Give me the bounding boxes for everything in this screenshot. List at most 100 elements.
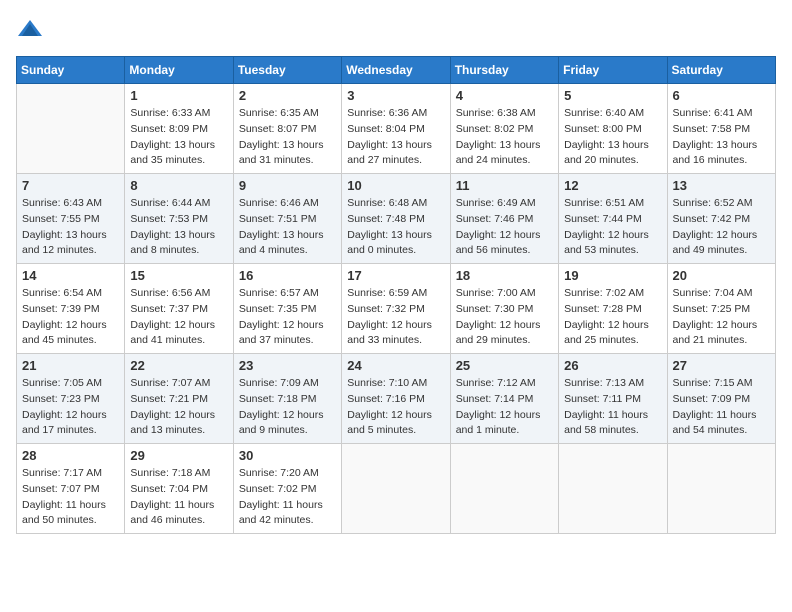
day-info: Sunrise: 6:51 AMSunset: 7:44 PMDaylight:… — [564, 196, 661, 259]
day-number: 17 — [347, 268, 444, 283]
day-number: 25 — [456, 358, 553, 373]
calendar-table: SundayMondayTuesdayWednesdayThursdayFrid… — [16, 56, 776, 534]
day-number: 22 — [130, 358, 227, 373]
day-number: 4 — [456, 88, 553, 103]
day-number: 8 — [130, 178, 227, 193]
day-info: Sunrise: 6:46 AMSunset: 7:51 PMDaylight:… — [239, 196, 336, 259]
calendar-cell: 15Sunrise: 6:56 AMSunset: 7:37 PMDayligh… — [125, 264, 233, 354]
day-number: 2 — [239, 88, 336, 103]
day-number: 13 — [673, 178, 770, 193]
day-info: Sunrise: 7:02 AMSunset: 7:28 PMDaylight:… — [564, 286, 661, 349]
calendar-cell: 21 Sunrise: 7:05 AMSunset: 7:23 PMDayligh… — [17, 354, 125, 444]
calendar-cell — [667, 444, 775, 534]
calendar-week-row: 1 Sunrise: 6:33 AMSunset: 8:09 PMDaylight… — [17, 84, 776, 174]
day-number: 26 — [564, 358, 661, 373]
calendar-week-row: 21 Sunrise: 7:05 AMSunset: 7:23 PMDayligh… — [17, 354, 776, 444]
calendar-cell: 29 Sunrise: 7:18 AMSunset: 7:04 PMDayligh… — [125, 444, 233, 534]
calendar-cell — [17, 84, 125, 174]
calendar-week-row: 14Sunrise: 6:54 AMSunset: 7:39 PMDayligh… — [17, 264, 776, 354]
calendar-cell — [450, 444, 558, 534]
column-header-thursday: Thursday — [450, 57, 558, 84]
calendar-cell: 18 Sunrise: 7:00 AMSunset: 7:30 PMDayligh… — [450, 264, 558, 354]
day-info: Sunrise: 6:57 AMSunset: 7:35 PMDaylight:… — [239, 286, 336, 349]
calendar-cell: 3 Sunrise: 6:36 AMSunset: 8:04 PMDaylight… — [342, 84, 450, 174]
day-info: Sunrise: 7:10 AMSunset: 7:16 PMDaylight:… — [347, 376, 444, 439]
logo — [16, 16, 48, 44]
calendar-cell: 2 Sunrise: 6:35 AMSunset: 8:07 PMDaylight… — [233, 84, 341, 174]
calendar-cell: 28 Sunrise: 7:17 AMSunset: 7:07 PMDayligh… — [17, 444, 125, 534]
day-info: Sunrise: 6:59 AMSunset: 7:32 PMDaylight:… — [347, 286, 444, 349]
day-info: Sunrise: 6:49 AMSunset: 7:46 PMDaylight:… — [456, 196, 553, 259]
day-info: Sunrise: 7:18 AMSunset: 7:04 PMDaylight:… — [130, 466, 227, 529]
day-info: Sunrise: 6:36 AMSunset: 8:04 PMDaylight:… — [347, 106, 444, 169]
day-info: Sunrise: 6:56 AMSunset: 7:37 PMDaylight:… — [130, 286, 227, 349]
day-info: Sunrise: 7:15 AMSunset: 7:09 PMDaylight:… — [673, 376, 770, 439]
day-info: Sunrise: 7:04 AMSunset: 7:25 PMDaylight:… — [673, 286, 770, 349]
day-info: Sunrise: 7:12 AMSunset: 7:14 PMDaylight:… — [456, 376, 553, 439]
day-number: 21 — [22, 358, 119, 373]
calendar-cell: 24 Sunrise: 7:10 AMSunset: 7:16 PMDayligh… — [342, 354, 450, 444]
day-info: Sunrise: 7:07 AMSunset: 7:21 PMDaylight:… — [130, 376, 227, 439]
logo-icon — [16, 16, 44, 44]
day-info: Sunrise: 6:48 AMSunset: 7:48 PMDaylight:… — [347, 196, 444, 259]
day-number: 1 — [130, 88, 227, 103]
day-number: 3 — [347, 88, 444, 103]
calendar-cell: 12 Sunrise: 6:51 AMSunset: 7:44 PMDayligh… — [559, 174, 667, 264]
day-info: Sunrise: 7:20 AMSunset: 7:02 PMDaylight:… — [239, 466, 336, 529]
day-info: Sunrise: 6:33 AMSunset: 8:09 PMDaylight:… — [130, 106, 227, 169]
calendar-cell: 26 Sunrise: 7:13 AMSunset: 7:11 PMDayligh… — [559, 354, 667, 444]
day-info: Sunrise: 6:54 AMSunset: 7:39 PMDaylight:… — [22, 286, 119, 349]
calendar-cell: 5Sunrise: 6:40 AMSunset: 8:00 PMDaylight… — [559, 84, 667, 174]
calendar-cell: 11Sunrise: 6:49 AMSunset: 7:46 PMDayligh… — [450, 174, 558, 264]
day-info: Sunrise: 6:44 AMSunset: 7:53 PMDaylight:… — [130, 196, 227, 259]
column-header-monday: Monday — [125, 57, 233, 84]
day-number: 28 — [22, 448, 119, 463]
day-info: Sunrise: 6:35 AMSunset: 8:07 PMDaylight:… — [239, 106, 336, 169]
calendar-cell: 6Sunrise: 6:41 AMSunset: 7:58 PMDaylight… — [667, 84, 775, 174]
day-info: Sunrise: 6:38 AMSunset: 8:02 PMDaylight:… — [456, 106, 553, 169]
day-number: 6 — [673, 88, 770, 103]
day-number: 12 — [564, 178, 661, 193]
calendar-cell — [559, 444, 667, 534]
day-info: Sunrise: 7:00 AMSunset: 7:30 PMDaylight:… — [456, 286, 553, 349]
day-number: 30 — [239, 448, 336, 463]
day-info: Sunrise: 7:13 AMSunset: 7:11 PMDaylight:… — [564, 376, 661, 439]
calendar-cell: 14Sunrise: 6:54 AMSunset: 7:39 PMDayligh… — [17, 264, 125, 354]
day-info: Sunrise: 7:05 AMSunset: 7:23 PMDaylight:… — [22, 376, 119, 439]
calendar-header-row: SundayMondayTuesdayWednesdayThursdayFrid… — [17, 57, 776, 84]
column-header-sunday: Sunday — [17, 57, 125, 84]
day-number: 20 — [673, 268, 770, 283]
calendar-cell: 23Sunrise: 7:09 AMSunset: 7:18 PMDayligh… — [233, 354, 341, 444]
calendar-cell: 19 Sunrise: 7:02 AMSunset: 7:28 PMDayligh… — [559, 264, 667, 354]
calendar-cell: 22 Sunrise: 7:07 AMSunset: 7:21 PMDayligh… — [125, 354, 233, 444]
day-number: 7 — [22, 178, 119, 193]
calendar-week-row: 28 Sunrise: 7:17 AMSunset: 7:07 PMDayligh… — [17, 444, 776, 534]
day-number: 10 — [347, 178, 444, 193]
calendar-cell: 20 Sunrise: 7:04 AMSunset: 7:25 PMDayligh… — [667, 264, 775, 354]
day-info: Sunrise: 6:52 AMSunset: 7:42 PMDaylight:… — [673, 196, 770, 259]
page-header — [16, 16, 776, 44]
day-info: Sunrise: 6:43 AMSunset: 7:55 PMDaylight:… — [22, 196, 119, 259]
day-number: 16 — [239, 268, 336, 283]
calendar-cell: 1 Sunrise: 6:33 AMSunset: 8:09 PMDaylight… — [125, 84, 233, 174]
calendar-cell: 10 Sunrise: 6:48 AMSunset: 7:48 PMDayligh… — [342, 174, 450, 264]
day-number: 29 — [130, 448, 227, 463]
day-number: 19 — [564, 268, 661, 283]
calendar-cell: 17 Sunrise: 6:59 AMSunset: 7:32 PMDayligh… — [342, 264, 450, 354]
column-header-wednesday: Wednesday — [342, 57, 450, 84]
calendar-cell: 8 Sunrise: 6:44 AMSunset: 7:53 PMDaylight… — [125, 174, 233, 264]
calendar-week-row: 7 Sunrise: 6:43 AMSunset: 7:55 PMDaylight… — [17, 174, 776, 264]
calendar-cell: 13 Sunrise: 6:52 AMSunset: 7:42 PMDayligh… — [667, 174, 775, 264]
day-info: Sunrise: 6:40 AMSunset: 8:00 PMDaylight:… — [564, 106, 661, 169]
day-info: Sunrise: 7:17 AMSunset: 7:07 PMDaylight:… — [22, 466, 119, 529]
calendar-cell: 30 Sunrise: 7:20 AMSunset: 7:02 PMDayligh… — [233, 444, 341, 534]
day-number: 18 — [456, 268, 553, 283]
calendar-cell: 4 Sunrise: 6:38 AMSunset: 8:02 PMDaylight… — [450, 84, 558, 174]
calendar-cell: 7 Sunrise: 6:43 AMSunset: 7:55 PMDaylight… — [17, 174, 125, 264]
day-info: Sunrise: 7:09 AMSunset: 7:18 PMDaylight:… — [239, 376, 336, 439]
calendar-cell: 25 Sunrise: 7:12 AMSunset: 7:14 PMDayligh… — [450, 354, 558, 444]
day-number: 24 — [347, 358, 444, 373]
day-number: 27 — [673, 358, 770, 373]
day-number: 9 — [239, 178, 336, 193]
calendar-cell: 16 Sunrise: 6:57 AMSunset: 7:35 PMDayligh… — [233, 264, 341, 354]
